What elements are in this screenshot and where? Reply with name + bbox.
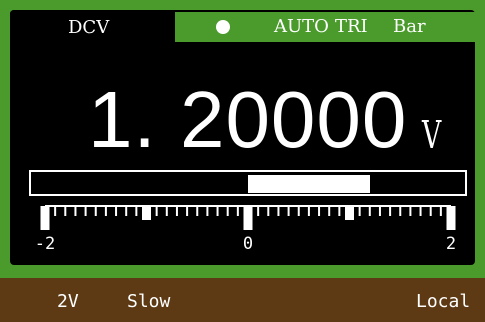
scale-minor-tick [439, 206, 442, 216]
scale-label-min: -2 [34, 234, 56, 254]
scale-minor-tick [368, 206, 371, 216]
softkey-bar: 2V Slow Local [0, 278, 485, 322]
scale-minor-tick [378, 206, 381, 216]
scale-minor-tick [399, 206, 402, 216]
scale-minor-tick [186, 206, 189, 216]
scale-minor-tick [115, 206, 118, 216]
scale-minor-tick [297, 206, 300, 216]
scale-minor-tick [328, 206, 331, 216]
scale-major-tick [243, 206, 253, 230]
scale-minor-tick [206, 206, 209, 216]
scale-minor-tick [389, 206, 392, 216]
scale-mid-tick [142, 206, 151, 220]
scale-label-max: 2 [445, 234, 457, 254]
scale-minor-tick [196, 206, 199, 216]
scale-minor-tick [64, 206, 67, 216]
scale-minor-tick [54, 206, 57, 216]
local-softkey[interactable]: Local [416, 291, 470, 312]
scale-major-tick [40, 206, 50, 230]
scale-minor-tick [165, 206, 168, 216]
scale-minor-tick [84, 206, 87, 216]
scale-minor-tick [74, 206, 77, 216]
scale-minor-tick [267, 206, 270, 216]
scale-minor-tick [125, 206, 128, 216]
scale-minor-tick [226, 206, 229, 216]
speed-softkey[interactable]: Slow [127, 291, 170, 312]
scale-minor-tick [338, 206, 341, 216]
scale-minor-tick [409, 206, 412, 216]
display-frame: DCV AUTO TRI Bar 1. 20000 V -2 0 2 [0, 0, 485, 278]
scale-minor-tick [104, 206, 107, 216]
scale-minor-tick [318, 206, 321, 216]
scale-mid-tick [345, 206, 354, 220]
scale-minor-tick [216, 206, 219, 216]
scale-minor-tick [277, 206, 280, 216]
scale-label-zero: 0 [242, 234, 254, 254]
scale-minor-tick [419, 206, 422, 216]
scale-minor-tick [429, 206, 432, 216]
scale-minor-tick [135, 206, 138, 216]
scale-minor-tick [155, 206, 158, 216]
range-softkey[interactable]: 2V [57, 291, 79, 312]
scale-minor-tick [175, 206, 178, 216]
scale-minor-tick [94, 206, 97, 216]
scale-minor-tick [236, 206, 239, 216]
scale-major-tick [446, 206, 456, 230]
scale-minor-tick [307, 206, 310, 216]
scale-minor-tick [257, 206, 260, 216]
scale-minor-tick [358, 206, 361, 216]
scale-minor-tick [287, 206, 290, 216]
